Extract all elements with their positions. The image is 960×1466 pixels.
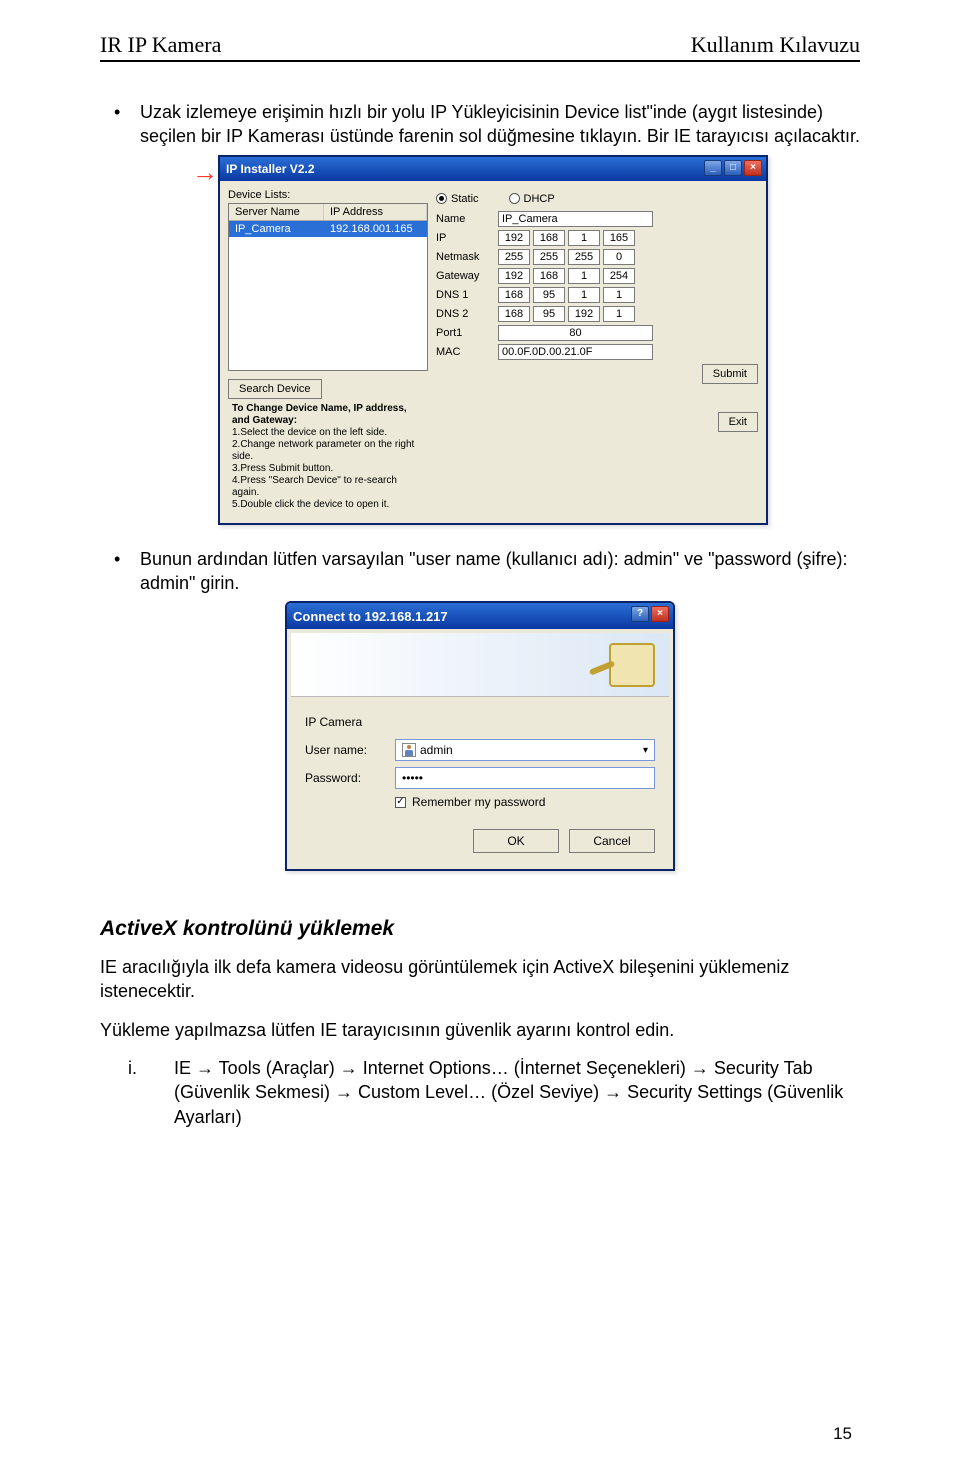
user-name-input[interactable]: admin ▾: [395, 739, 655, 761]
netmask-octet[interactable]: 0: [603, 249, 635, 265]
col-ip-address: IP Address: [324, 204, 427, 220]
label-dns2: DNS 2: [436, 308, 498, 320]
label-gateway: Gateway: [436, 270, 498, 282]
sublist-item: i.IE → Tools (Araçlar) → Internet Option…: [100, 1056, 860, 1129]
header-left: IR IP Kamera: [100, 32, 221, 58]
paragraph: IE aracılığıyla ilk defa kamera videosu …: [100, 955, 860, 1004]
search-device-button[interactable]: Search Device: [228, 379, 322, 399]
checkbox-icon: [395, 797, 406, 808]
bullet-list-1: Uzak izlemeye erişimin hızlı bir yolu IP…: [100, 100, 860, 149]
remember-password-checkbox[interactable]: Remember my password: [395, 795, 655, 809]
header-right: Kullanım Kılavuzu: [691, 32, 860, 58]
bullet-item: Uzak izlemeye erişimin hızlı bir yolu IP…: [100, 100, 860, 149]
dns1-octet[interactable]: 1: [568, 287, 600, 303]
cancel-button[interactable]: Cancel: [569, 829, 655, 853]
ip-octet[interactable]: 168: [533, 230, 565, 246]
gateway-octet[interactable]: 192: [498, 268, 530, 284]
minimize-icon[interactable]: _: [704, 160, 722, 176]
name-field[interactable]: IP_Camera: [498, 211, 653, 227]
ok-button[interactable]: OK: [473, 829, 559, 853]
installer-titlebar: IP Installer V2.2 _ □ ×: [220, 157, 766, 181]
cell-server-name: IP_Camera: [229, 221, 324, 237]
device-lists-label: Device Lists:: [228, 189, 428, 201]
col-server-name: Server Name: [229, 204, 324, 220]
dns2-octet[interactable]: 168: [498, 306, 530, 322]
chevron-down-icon[interactable]: ▾: [643, 745, 648, 756]
cell-ip: 192.168.001.165: [324, 221, 427, 237]
page-number: 15: [833, 1424, 852, 1444]
instruction-line: 3.Press Submit button.: [232, 463, 424, 475]
bullet-item: Bunun ardından lütfen varsayılan "user n…: [100, 547, 860, 596]
mac-field: 00.0F.0D.00.21.0F: [498, 344, 653, 360]
label-mac: MAC: [436, 346, 498, 358]
password-input[interactable]: •••••: [395, 767, 655, 789]
dns2-octet[interactable]: 1: [603, 306, 635, 322]
paragraph: Yükleme yapılmazsa lütfen IE tarayıcısın…: [100, 1018, 860, 1042]
ip-installer-window: IP Installer V2.2 _ □ × Device Lists: Se…: [218, 155, 768, 525]
dns1-octet[interactable]: 168: [498, 287, 530, 303]
instruction-line: 4.Press "Search Device" to re-search aga…: [232, 475, 424, 499]
dialog-banner: [291, 633, 669, 697]
port1-field[interactable]: 80: [498, 325, 653, 341]
close-icon[interactable]: ×: [744, 160, 762, 176]
gateway-octet[interactable]: 254: [603, 268, 635, 284]
dns2-octet[interactable]: 192: [568, 306, 600, 322]
user-name-label: User name:: [305, 743, 395, 757]
netmask-octet[interactable]: 255: [568, 249, 600, 265]
dialog-title: Connect to 192.168.1.217: [293, 609, 448, 624]
instruction-line: 5.Double click the device to open it.: [232, 499, 424, 511]
dns2-octet[interactable]: 95: [533, 306, 565, 322]
dialog-site: IP Camera: [305, 715, 362, 729]
sublist-marker: i.: [128, 1056, 174, 1080]
ip-octet[interactable]: 192: [498, 230, 530, 246]
dns1-octet[interactable]: 95: [533, 287, 565, 303]
installer-title: IP Installer V2.2: [226, 162, 315, 176]
device-list[interactable]: Server Name IP Address IP_Camera 192.168…: [228, 203, 428, 371]
ip-octet[interactable]: 165: [603, 230, 635, 246]
label-ip: IP: [436, 232, 498, 244]
dhcp-radio[interactable]: DHCP: [509, 193, 555, 205]
submit-button[interactable]: Submit: [702, 364, 758, 384]
maximize-icon[interactable]: □: [724, 160, 742, 176]
lock-key-icon: [609, 643, 655, 687]
static-radio[interactable]: Static: [436, 193, 479, 205]
gateway-octet[interactable]: 168: [533, 268, 565, 284]
password-label: Password:: [305, 771, 395, 785]
instruction-line: 2.Change network parameter on the right …: [232, 439, 424, 463]
netmask-octet[interactable]: 255: [533, 249, 565, 265]
exit-button[interactable]: Exit: [718, 412, 758, 432]
gateway-octet[interactable]: 1: [568, 268, 600, 284]
sublist-text: IE → Tools (Araçlar) → Internet Options……: [174, 1058, 843, 1127]
dialog-titlebar: Connect to 192.168.1.217 ? ×: [287, 603, 673, 629]
page-header: IR IP Kamera Kullanım Kılavuzu: [100, 32, 860, 62]
close-icon[interactable]: ×: [651, 606, 669, 622]
section-title: ActiveX kontrolünü yüklemek: [100, 917, 860, 941]
label-port1: Port1: [436, 327, 498, 339]
label-netmask: Netmask: [436, 251, 498, 263]
label-name: Name: [436, 213, 498, 225]
instruction-line: 1.Select the device on the left side.: [232, 427, 424, 439]
connect-dialog: Connect to 192.168.1.217 ? × IP Camera U…: [285, 601, 675, 871]
device-row-selected[interactable]: IP_Camera 192.168.001.165: [229, 221, 427, 237]
instructions-title: To Change Device Name, IP address, and G…: [232, 403, 424, 427]
help-icon[interactable]: ?: [631, 606, 649, 622]
bullet-list-2: Bunun ardından lütfen varsayılan "user n…: [100, 547, 860, 596]
ip-octet[interactable]: 1: [568, 230, 600, 246]
person-icon: [402, 743, 416, 757]
label-dns1: DNS 1: [436, 289, 498, 301]
netmask-octet[interactable]: 255: [498, 249, 530, 265]
dns1-octet[interactable]: 1: [603, 287, 635, 303]
